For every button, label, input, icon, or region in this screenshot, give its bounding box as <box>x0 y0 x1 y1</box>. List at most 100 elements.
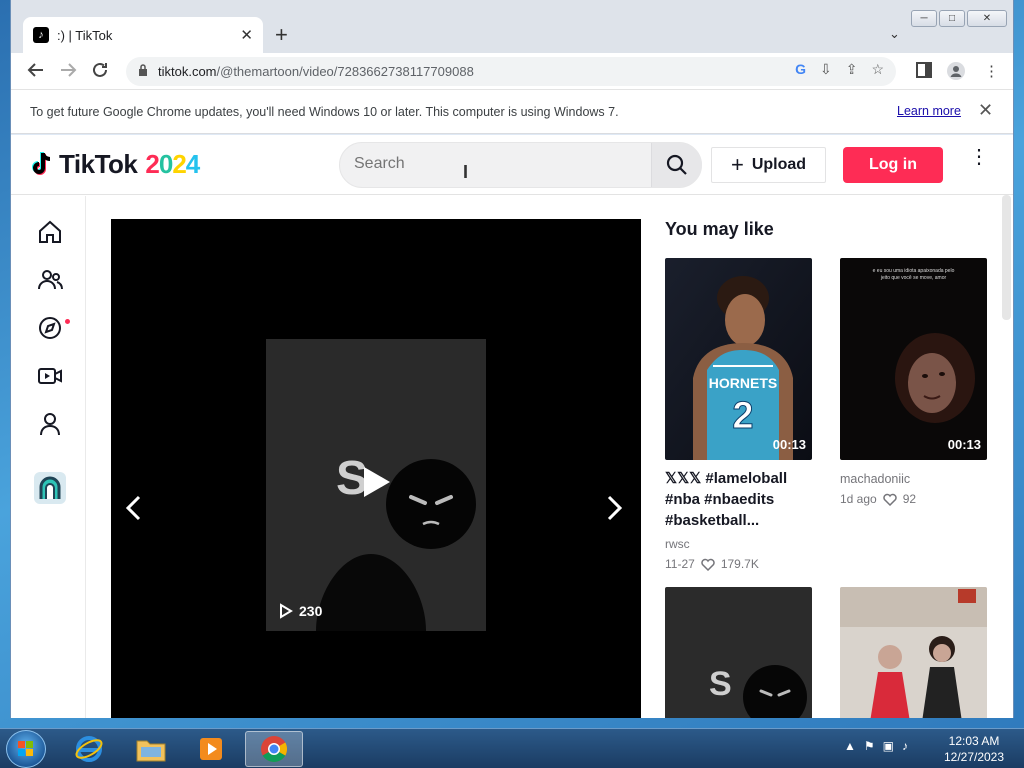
following-icon[interactable] <box>36 266 64 294</box>
live-icon[interactable] <box>36 362 64 390</box>
logo-text: TikTok <box>59 149 138 179</box>
chrome-taskbar-icon[interactable] <box>245 731 303 767</box>
network-icon[interactable]: ▣ <box>883 739 894 753</box>
tiktok-sidebar <box>11 196 86 718</box>
page-scrollbar[interactable] <box>1002 195 1011 320</box>
video-date: 1d ago <box>840 492 877 506</box>
learn-more-link[interactable]: Learn more <box>897 104 961 118</box>
show-hidden-icons-icon[interactable]: ▲ <box>844 739 856 753</box>
more-options-icon[interactable]: ⋮ <box>969 147 989 167</box>
install-app-icon[interactable]: ⇩ <box>820 61 832 78</box>
reload-icon[interactable] <box>91 61 109 83</box>
video-duration: 00:13 <box>947 437 981 452</box>
internet-explorer-icon[interactable] <box>60 731 118 767</box>
url-path: /@themartoon/video/7283662738117709088 <box>216 64 474 79</box>
video-caption[interactable]: 𝕏𝕏𝕏 #lameloball #nba #nbaedits #basketba… <box>665 468 812 531</box>
tab-search-icon[interactable]: ⌄ <box>889 26 900 42</box>
upload-label: Upload <box>751 156 807 173</box>
video-author[interactable]: machadoniic <box>840 472 987 486</box>
tiktok-favicon-icon: ♪ <box>33 27 49 43</box>
views-number: 230 <box>299 603 323 619</box>
side-panel-icon[interactable] <box>916 62 932 82</box>
tiktok-note-icon <box>31 151 53 179</box>
media-player-icon[interactable] <box>182 731 240 767</box>
window-close-button[interactable]: ✕ <box>967 10 1007 27</box>
heart-icon <box>701 558 715 571</box>
windows-logo-icon <box>18 741 33 756</box>
recommended-video-card[interactable]: HORNETS 2 00:13 𝕏𝕏𝕏 #lameloball #nba #nb… <box>665 258 812 571</box>
recommended-video-card[interactable] <box>840 587 987 718</box>
url-host: tiktok.com <box>158 64 217 79</box>
search-input[interactable] <box>354 155 644 173</box>
search-bar <box>339 142 702 188</box>
tiktok-header: TikTok 2024 I + Upload Log in ⋮ <box>11 135 1013 195</box>
bookmark-star-icon[interactable]: ☆ <box>871 61 884 78</box>
browser-toolbar: tiktok.com/@themartoon/video/72836627381… <box>11 53 1013 90</box>
volume-icon[interactable]: ♪ <box>902 739 908 753</box>
lock-icon <box>138 64 148 79</box>
tab-close-icon[interactable]: ✕ <box>240 26 253 44</box>
video-thumbnail[interactable] <box>840 587 987 718</box>
video-thumbnail[interactable]: S <box>665 587 812 718</box>
video-thumbnail[interactable]: e eu sou uma idiota apaixonada pelo jeit… <box>840 258 987 460</box>
text-cursor-icon: I <box>463 162 469 182</box>
video-meta: 1d ago 92 <box>840 492 987 506</box>
login-button[interactable]: Log in <box>843 147 943 183</box>
start-button[interactable] <box>6 730 46 768</box>
video-view-count: 230 <box>279 603 322 619</box>
tiktok-logo[interactable]: TikTok 2024 <box>31 149 200 180</box>
search-icon <box>666 154 687 175</box>
heart-icon <box>882 493 897 506</box>
effect-house-icon[interactable] <box>34 472 66 504</box>
svg-text:2: 2 <box>732 395 753 437</box>
video-likes: 92 <box>902 492 917 506</box>
clock-date: 12/27/2023 <box>943 750 1005 764</box>
tab-title: :) | TikTok <box>57 27 113 43</box>
play-count-icon <box>280 603 293 619</box>
video-thumbnail[interactable]: HORNETS 2 00:13 <box>665 258 812 460</box>
logo-year: 2024 <box>145 149 200 179</box>
infobar-close-icon[interactable]: ✕ <box>978 100 993 121</box>
video-duration: 00:13 <box>772 437 806 452</box>
action-center-flag-icon[interactable]: ⚑ <box>864 739 875 753</box>
video-overlay-text: e eu sou uma idiota apaixonada pelo jeit… <box>872 268 955 281</box>
share-icon[interactable]: ⇪ <box>846 61 858 78</box>
clock-time: 12:03 AM <box>948 734 1000 748</box>
profile-icon[interactable] <box>36 410 64 438</box>
minimize-button[interactable]: ─ <box>911 10 937 27</box>
tiktok-page: TikTok 2024 I + Upload Log in ⋮ <box>11 135 1013 718</box>
video-author[interactable]: rwsc <box>665 537 812 551</box>
browser-tab[interactable]: ♪ :) | TikTok ✕ <box>23 17 263 53</box>
year-digit-1: 2 <box>145 149 160 179</box>
next-video-arrow-icon[interactable] <box>606 494 624 528</box>
plus-icon: + <box>730 152 744 177</box>
search-button[interactable] <box>652 143 702 187</box>
window-controls: ─ □ ✕ <box>911 10 1007 27</box>
recommendations-title: You may like <box>665 219 774 239</box>
svg-text:S: S <box>709 665 732 703</box>
profile-avatar-icon[interactable] <box>947 62 965 84</box>
previous-video-arrow-icon[interactable] <box>124 494 142 528</box>
recommended-video-card[interactable]: e eu sou uma idiota apaixonada pelo jeit… <box>840 258 987 506</box>
maximize-button[interactable]: □ <box>939 10 965 27</box>
google-lens-icon[interactable]: G <box>795 61 806 78</box>
file-explorer-icon[interactable] <box>122 731 180 767</box>
recommended-video-card[interactable]: S <box>665 587 812 718</box>
chrome-window: ♪ :) | TikTok ✕ + ⌄ ─ □ ✕ tiktok.com/@th… <box>10 0 1014 718</box>
upload-button[interactable]: + Upload <box>711 147 826 183</box>
taskbar-clock[interactable]: 12:03 AM 12/27/2023 <box>934 733 1014 765</box>
infobar-message: To get future Google Chrome updates, you… <box>30 104 619 119</box>
new-tab-button[interactable]: + <box>275 24 288 46</box>
video-frame: S <box>266 339 486 631</box>
home-icon[interactable] <box>36 218 64 246</box>
video-player[interactable]: S 230 <box>111 219 641 718</box>
windows-taskbar: ▲ ⚑ ▣ ♪ 12:03 AM 12/27/2023 <box>0 728 1024 768</box>
address-bar[interactable]: tiktok.com/@themartoon/video/72836627381… <box>126 57 896 86</box>
notification-dot <box>65 319 70 324</box>
chrome-menu-icon[interactable]: ⋮ <box>984 62 999 80</box>
back-icon[interactable] <box>27 61 45 83</box>
forward-icon[interactable] <box>59 61 77 83</box>
explore-compass-icon[interactable] <box>36 314 64 342</box>
recommendations-panel: You may like <box>665 219 995 240</box>
svg-text:S: S <box>336 452 368 505</box>
